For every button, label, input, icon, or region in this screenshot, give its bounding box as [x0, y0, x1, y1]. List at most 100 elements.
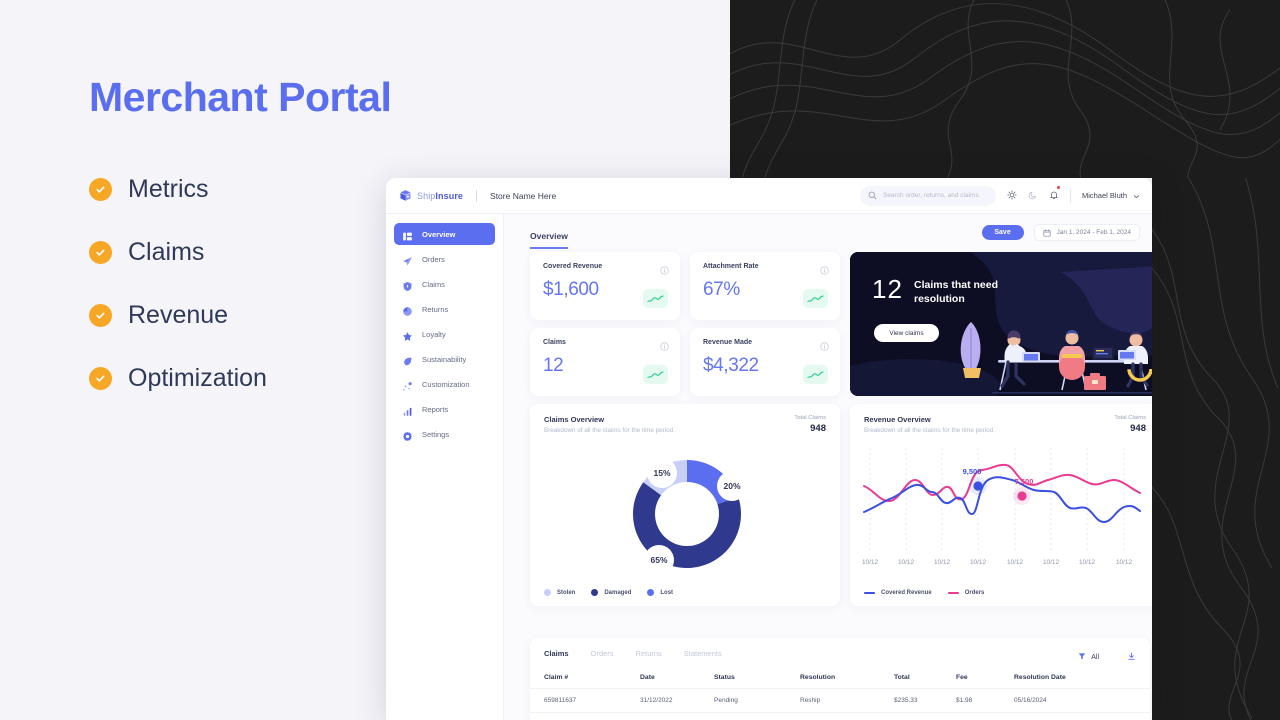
dark-mode-icon[interactable] — [1028, 187, 1038, 205]
col-resolution-date: Resolution Date — [1014, 674, 1066, 681]
table-actions: All — [1073, 648, 1136, 666]
list-item: Optimization — [89, 361, 267, 395]
tab-claims[interactable]: Claims — [544, 649, 569, 658]
revenue-line-chart[interactable]: 9,500 7,500 10/12 10/12 10/12 10/12 10/12 1… — [858, 446, 1152, 568]
total-claims-value: 948 — [1130, 423, 1146, 434]
tab-statements[interactable]: Statements — [684, 649, 722, 658]
check-circle-icon — [89, 177, 112, 201]
claims-donut-chart[interactable]: 15% 20% 65% — [612, 448, 762, 584]
claims-table: Claim # Date Status Resolution Total Fee… — [530, 668, 1150, 720]
total-claims-label: Total Claims — [1114, 415, 1146, 421]
customization-icon — [402, 379, 413, 391]
store-name: Store Name Here — [490, 190, 557, 201]
svg-text:10/12: 10/12 — [970, 559, 986, 566]
notification-badge — [1056, 185, 1060, 189]
people-working-illustration — [960, 322, 1152, 394]
chevron-down-icon[interactable] — [1133, 187, 1140, 205]
metric-card-revenue-made[interactable]: Revenue Made $4,322 — [690, 328, 840, 396]
donut-legend: Stolen Damaged Lost — [544, 589, 689, 596]
download-icon[interactable] — [1127, 648, 1136, 666]
panel-subtitle: Breakdown of all the claims for the time… — [864, 427, 995, 434]
dashboard-window: ShipInsure Store Name Here Search order,… — [386, 178, 1152, 720]
metric-title: Covered Revenue — [543, 263, 603, 270]
legend-swatch — [647, 589, 655, 596]
cell-claim-id[interactable]: 659811637 — [530, 712, 640, 720]
check-circle-icon — [89, 303, 112, 327]
list-item: Revenue — [89, 298, 267, 332]
list-item-label: Claims — [128, 237, 205, 266]
panel-title: Revenue Overview — [864, 415, 931, 424]
brand-name-light: Ship — [417, 190, 436, 201]
sidebar-item-customization[interactable]: Customization — [394, 373, 495, 395]
star-icon — [402, 329, 413, 341]
package-box-icon — [399, 189, 412, 202]
search-icon — [868, 187, 877, 205]
date-range-picker[interactable]: Jan 1, 2024 - Feb 1, 2024 — [1033, 224, 1140, 241]
table-row[interactable]: 659811637 31/12/2022 Pending Reship $235… — [530, 712, 1150, 720]
notifications-icon[interactable] — [1049, 185, 1060, 205]
sidebar-item-label: Customization — [422, 379, 470, 389]
col-resolution: Resolution — [800, 674, 836, 681]
svg-text:10/12: 10/12 — [862, 559, 878, 566]
sidebar-item-label: Settings — [422, 429, 450, 439]
legend-item-damaged: Damaged — [591, 589, 631, 596]
claims-resolution-card[interactable]: 12 Claims that need resolution View clai… — [850, 252, 1152, 396]
metric-value: $1,600 — [543, 279, 599, 300]
view-claims-button[interactable]: View claims — [874, 324, 939, 342]
brand-logo[interactable]: ShipInsure — [399, 189, 463, 202]
light-mode-icon[interactable] — [1007, 187, 1017, 205]
sidebar-item-orders[interactable]: Orders — [394, 248, 495, 270]
revenue-overview-panel: Revenue Overview Breakdown of all the cl… — [850, 404, 1152, 606]
sidebar-item-reports[interactable]: Reports — [394, 398, 495, 420]
table-row[interactable]: 659811637 31/12/2022 Pending Reship $235… — [530, 688, 1150, 713]
tab-orders[interactable]: Orders — [591, 649, 614, 658]
legend-label: Damaged — [604, 589, 632, 596]
svg-text:10/12: 10/12 — [934, 559, 950, 566]
info-icon[interactable] — [820, 262, 829, 280]
save-button[interactable]: Save — [981, 225, 1024, 240]
date-range-label: Jan 1, 2024 - Feb 1, 2024 — [1056, 229, 1131, 236]
table-header-row: Claim # Date Status Resolution Total Fee… — [530, 668, 1150, 689]
info-icon[interactable] — [660, 262, 669, 280]
feature-list: Metrics Claims Revenue Optimization — [89, 172, 267, 424]
user-name[interactable]: Michael Bluth — [1082, 191, 1127, 200]
total-claims-value: 948 — [810, 423, 826, 434]
sidebar-item-sustainability[interactable]: Sustainability — [394, 348, 495, 370]
grid-lines — [869, 448, 1125, 550]
cell-status: Pending — [714, 688, 800, 713]
cell-claim-id[interactable]: 659811637 — [530, 688, 640, 713]
content-tabs: Overview — [530, 226, 568, 249]
sidebar-item-label: Returns — [422, 304, 449, 314]
metric-title: Revenue Made — [703, 339, 753, 346]
metric-card-covered-revenue[interactable]: Covered Revenue $1,600 — [530, 252, 680, 320]
sidebar-item-settings[interactable]: Settings — [394, 423, 495, 445]
search-input[interactable] — [882, 192, 987, 199]
annotation-9500: 9,500 — [963, 467, 982, 476]
sidebar-item-overview[interactable]: Overview — [394, 223, 495, 245]
topbar-actions: Michael Bluth — [859, 185, 1140, 206]
tab-returns[interactable]: Returns — [636, 649, 662, 658]
info-icon[interactable] — [660, 338, 669, 356]
legend-label: Stolen — [557, 589, 576, 596]
sidebar-item-loyalty[interactable]: Loyalty — [394, 323, 495, 345]
metric-card-attachment-rate[interactable]: Attachment Rate 67% — [690, 252, 840, 320]
legend-swatch — [544, 589, 551, 596]
topo-lines-icon — [730, 0, 1280, 178]
legend-swatch — [947, 592, 959, 594]
table-tabs: Claims Orders Returns Statements — [544, 649, 744, 658]
divider — [476, 189, 478, 202]
sidebar-item-returns[interactable]: Returns — [394, 298, 495, 320]
donut-label-damaged: 65% — [650, 555, 667, 565]
search-box[interactable] — [859, 185, 996, 206]
info-icon[interactable] — [820, 338, 829, 356]
metric-card-claims[interactable]: Claims 12 — [530, 328, 680, 396]
metric-value: 12 — [543, 355, 564, 376]
tab-overview[interactable]: Overview — [530, 231, 568, 249]
toolbar-actions: Save Jan 1, 2024 - Feb 1, 2024 — [981, 224, 1140, 241]
panel-title: Claims Overview — [544, 415, 605, 424]
filter-button[interactable]: All — [1073, 652, 1099, 662]
donut-label-stolen: 15% — [653, 468, 670, 478]
legend-item-stolen: Stolen — [544, 589, 575, 596]
sidebar-item-claims[interactable]: Claims — [394, 273, 495, 295]
metric-title: Attachment Rate — [703, 263, 759, 270]
